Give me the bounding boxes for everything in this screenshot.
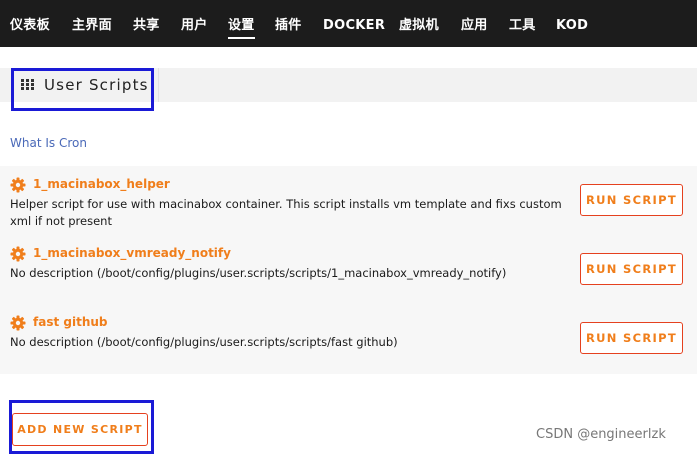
gear-icon[interactable] <box>10 177 26 193</box>
script-name[interactable]: 1_macinabox_helper <box>33 177 170 191</box>
nav-item-plugins[interactable]: 插件 <box>275 17 302 35</box>
script-row: 1_macinabox_helper Helper script for use… <box>0 177 697 246</box>
nav-item-users[interactable]: 用户 <box>181 17 208 35</box>
nav-item-settings[interactable]: 设置 <box>228 17 255 39</box>
script-description: No description (/boot/config/plugins/use… <box>10 335 398 349</box>
run-script-button[interactable]: RUN SCRIPT <box>580 184 683 216</box>
scripts-list: 1_macinabox_helper Helper script for use… <box>0 166 697 374</box>
script-name[interactable]: 1_macinabox_vmready_notify <box>33 246 231 260</box>
script-row: 1_macinabox_vmready_notify No descriptio… <box>0 246 697 315</box>
nav-item-shares[interactable]: 共享 <box>133 17 160 35</box>
add-new-script-button[interactable]: ADD NEW SCRIPT <box>12 413 148 446</box>
script-row: fast github No description (/boot/config… <box>0 315 697 384</box>
nav-item-tools[interactable]: 工具 <box>509 17 536 35</box>
nav-item-docker[interactable]: DOCKER <box>323 17 385 35</box>
nav-item-dashboard[interactable]: 仪表板 <box>10 17 50 35</box>
what-is-cron-link[interactable]: What Is Cron <box>10 136 87 150</box>
nav-item-main[interactable]: 主界面 <box>72 17 112 35</box>
page-title: User Scripts <box>44 76 149 94</box>
gear-icon[interactable] <box>10 246 26 262</box>
title-divider <box>158 68 159 102</box>
nav-item-kod[interactable]: KOD <box>556 17 588 35</box>
run-script-button[interactable]: RUN SCRIPT <box>580 253 683 285</box>
script-description: No description (/boot/config/plugins/use… <box>10 266 507 280</box>
nav-item-apps[interactable]: 应用 <box>461 17 488 35</box>
nav-item-vms[interactable]: 虚拟机 <box>399 17 439 35</box>
script-name[interactable]: fast github <box>33 315 108 329</box>
top-nav: 仪表板 主界面 共享 用户 设置 插件 DOCKER 虚拟机 应用 工具 KOD <box>0 0 697 47</box>
gear-icon[interactable] <box>10 315 26 331</box>
script-description: Helper script for use with macinabox con… <box>10 197 562 228</box>
run-script-button[interactable]: RUN SCRIPT <box>580 322 683 354</box>
watermark: CSDN @engineerlzk <box>536 427 666 442</box>
grid-icon <box>21 79 34 90</box>
